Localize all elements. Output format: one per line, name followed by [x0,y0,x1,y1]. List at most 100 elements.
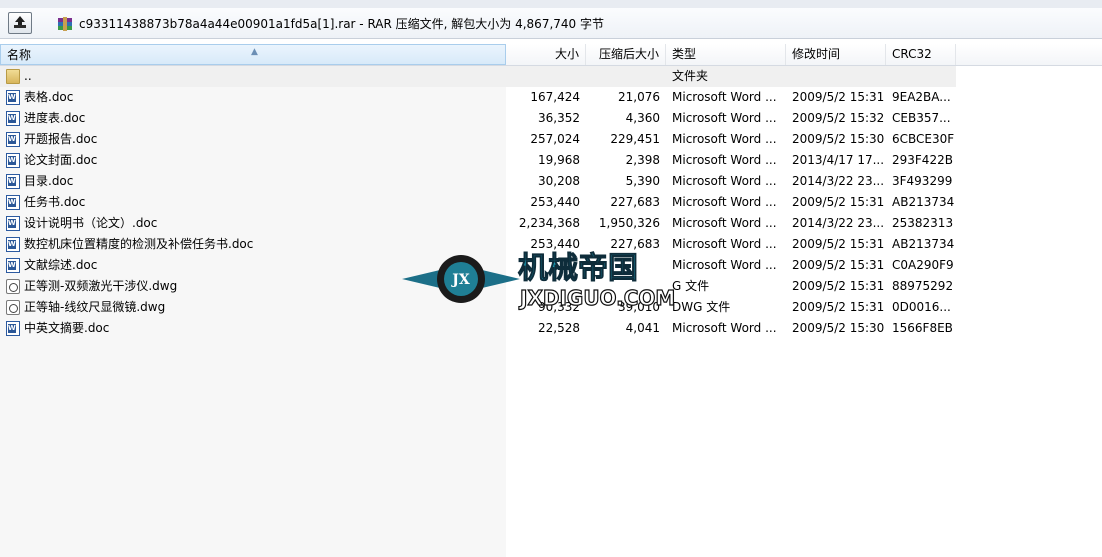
file-type: Microsoft Word ... [672,321,777,335]
word-doc-icon [6,90,20,105]
column-size[interactable]: 大小 [506,44,586,65]
svg-text:JX: JX [450,272,470,288]
file-crc32: CEB357... [892,111,951,125]
file-type: Microsoft Word ... [672,132,777,146]
word-doc-icon [6,174,20,189]
file-packed-size: 2,398 [625,153,660,167]
file-type: Microsoft Word ... [672,90,777,104]
file-row[interactable]: 开题报告.doc 257,024 229,451 Microsoft Word ...… [0,129,1102,150]
file-name: 开题报告.doc [24,132,98,146]
jxdiguo-watermark: JX 机械帝国 JXDIGUO.COM [402,251,676,311]
file-crc32 [892,66,956,87]
up-folder-button[interactable] [8,12,32,34]
file-size: 22,528 [538,321,580,335]
column-header: ▲ 名称 大小 压缩后大小 类型 修改时间 CRC32 [0,44,1102,66]
word-doc-icon [6,216,20,231]
column-name[interactable]: ▲ 名称 [0,44,506,65]
file-modified: 2009/5/2 15:31 [792,258,885,272]
file-name: 目录.doc [24,174,74,188]
file-crc32: AB213734 [892,237,955,251]
word-doc-icon [6,237,20,252]
file-packed-size: 4,360 [625,111,660,125]
word-doc-icon [6,321,20,336]
file-name: 进度表.doc [24,111,86,125]
dwg-file-icon [6,279,20,294]
file-row[interactable]: 中英文摘要.doc 22,528 4,041 Microsoft Word ... 20… [0,318,1102,339]
file-size: 30,208 [538,174,580,188]
file-row[interactable]: 表格.doc 167,424 21,076 Microsoft Word ... 200… [0,87,1102,108]
winged-gear-logo-icon: JX [402,255,520,303]
file-modified: 2009/5/2 15:31 [792,279,885,293]
file-crc32: 6CBCE30F [892,132,955,146]
file-type: Microsoft Word ... [672,111,777,125]
archive-path: c93311438873b78a4a44e00901a1fd5a[1].rar … [79,17,604,31]
file-modified [792,66,886,87]
file-name: 设计说明书（论文）.doc [24,216,158,230]
file-type: Microsoft Word ... [672,153,777,167]
file-modified: 2014/3/22 23... [792,174,885,188]
column-name-label: 名称 [7,48,32,62]
file-modified: 2009/5/2 15:31 [792,90,885,104]
file-type: Microsoft Word ... [672,195,777,209]
watermark-site: JXDIGUO.COM [518,286,675,310]
file-modified: 2013/4/17 17... [792,153,885,167]
file-size: 257,024 [530,132,580,146]
file-modified: 2009/5/2 15:31 [792,237,885,251]
file-type: Microsoft Word ... [672,216,777,230]
sort-ascending-icon: ▲ [251,47,258,57]
path-bar: c93311438873b78a4a44e00901a1fd5a[1].rar … [0,8,1102,39]
folder-icon [6,69,20,84]
file-name: 论文封面.doc [24,153,98,167]
file-crc32: AB213734 [892,195,955,209]
parent-folder-row[interactable]: .. 文件夹 [0,66,956,87]
file-row[interactable]: 设计说明书（论文）.doc 2,234,368 1,950,326 Microsoft… [0,213,1102,234]
file-modified: 2009/5/2 15:30 [792,132,885,146]
file-modified: 2009/5/2 15:31 [792,300,885,314]
file-crc32: C0A290F9 [892,258,954,272]
file-modified: 2009/5/2 15:32 [792,111,885,125]
file-crc32: 88975292 [892,279,954,293]
file-packed-size: 1,950,326 [598,216,660,230]
file-crc32: 9EA2BA... [892,90,951,104]
file-row[interactable]: 目录.doc 30,208 5,390 Microsoft Word ... 2014/… [0,171,1102,192]
file-row[interactable]: 任务书.doc 253,440 227,683 Microsoft Word ... 2… [0,192,1102,213]
file-modified: 2009/5/2 15:31 [792,195,885,209]
word-doc-icon [6,258,20,273]
file-row[interactable]: 论文封面.doc 19,968 2,398 Microsoft Word ... 201… [0,150,1102,171]
file-name: 任务书.doc [24,195,86,209]
dwg-file-icon [6,300,20,315]
column-type[interactable]: 类型 [666,44,786,65]
word-doc-icon [6,195,20,210]
file-packed-size: 229,451 [610,132,660,146]
file-crc32: 3F493299 [892,174,953,188]
word-doc-icon [6,111,20,126]
file-packed-size [586,66,660,87]
column-crc32[interactable]: CRC32 [886,44,956,65]
file-size: 2,234,368 [518,216,580,230]
file-size: 19,968 [538,153,580,167]
file-crc32: 25382313 [892,216,954,230]
file-crc32: 1566F8EB [892,321,953,335]
file-size: 253,440 [530,195,580,209]
file-modified: 2009/5/2 15:30 [792,321,885,335]
word-doc-icon [6,153,20,168]
file-crc32: 293F422B [892,153,953,167]
file-packed-size: 5,390 [625,174,660,188]
column-packed-size[interactable]: 压缩后大小 [586,44,666,65]
file-row[interactable]: 进度表.doc 36,352 4,360 Microsoft Word ... 2009… [0,108,1102,129]
file-size [506,66,580,87]
file-name: 中英文摘要.doc [24,321,110,335]
column-modified[interactable]: 修改时间 [786,44,886,65]
file-size: 36,352 [538,111,580,125]
file-packed-size: 227,683 [610,195,660,209]
file-crc32: 0D0016... [892,300,951,314]
file-type: 文件夹 [672,69,709,83]
up-folder-icon [14,16,26,28]
file-name: .. [24,69,32,83]
file-name: 表格.doc [24,90,74,104]
rar-archive-icon [58,17,72,31]
file-packed-size: 4,041 [625,321,660,335]
word-doc-icon [6,132,20,147]
file-modified: 2014/3/22 23... [792,216,885,230]
file-packed-size: 21,076 [618,90,660,104]
